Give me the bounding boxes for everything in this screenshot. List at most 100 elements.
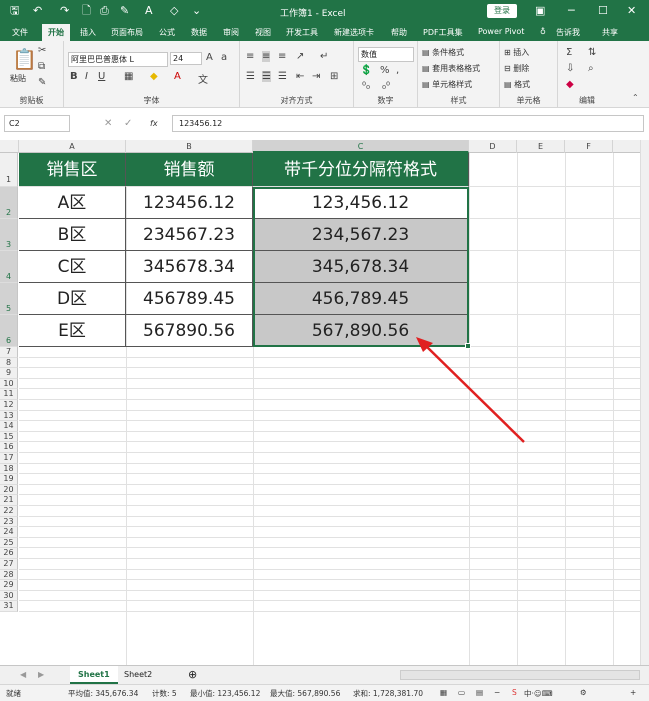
row-header[interactable]: 8 (0, 357, 18, 369)
header-cell[interactable]: 带千分位分隔符格式 (253, 153, 469, 187)
row-header[interactable]: 27 (0, 559, 18, 570)
tab-data[interactable]: 数据 (191, 27, 207, 38)
tab-review[interactable]: 审阅 (223, 27, 239, 38)
insert-button[interactable]: ⊞ 插入 (504, 47, 529, 58)
number-format-select[interactable]: 数值 (358, 47, 414, 62)
decrease-decimal-icon[interactable]: ₀⁰ (382, 81, 390, 92)
cell-styles-button[interactable]: ▤ 单元格样式 (422, 79, 472, 90)
column-header[interactable]: F (565, 140, 613, 153)
currency-icon[interactable]: 💲 (360, 65, 372, 76)
tab-home[interactable]: 开始 (42, 24, 70, 41)
row-header[interactable]: 17 (0, 453, 18, 464)
row-header[interactable]: 25 (0, 537, 18, 549)
row-header[interactable]: 1 (0, 153, 18, 187)
minimize-icon[interactable]: ─ (568, 3, 575, 19)
row-header[interactable]: 14 (0, 421, 18, 432)
formatted-cell[interactable]: 234,567.23 (253, 219, 469, 251)
worksheet-grid[interactable]: A B C D E F 1 2 3 4 5 6 7 8 9 10 11 12 13 14 15 16 17 18 1… (0, 140, 640, 665)
formatted-cell[interactable]: 345,678.34 (253, 251, 469, 283)
row-header[interactable]: 16 (0, 442, 18, 453)
format-painter-icon[interactable]: ✎ (120, 4, 129, 18)
delete-button[interactable]: ⊟ 删除 (504, 63, 529, 74)
row-header[interactable]: 24 (0, 527, 18, 538)
login-button[interactable]: 登录 (487, 4, 517, 18)
comma-style-icon[interactable]: , (396, 65, 399, 76)
shrink-font-icon[interactable]: a (221, 52, 227, 63)
tab-power-pivot[interactable]: Power Pivot (478, 27, 524, 36)
tab-formulas[interactable]: 公式 (159, 27, 175, 38)
row-header[interactable]: 4 (0, 251, 18, 283)
sales-cell[interactable]: 567890.56 (126, 315, 253, 347)
outdent-icon[interactable]: ⇥ (312, 71, 320, 82)
enter-icon[interactable]: ✓ (124, 118, 132, 129)
region-cell[interactable]: C区 (19, 251, 126, 283)
zoom-out-icon[interactable]: − (494, 688, 500, 697)
row-header[interactable]: 30 (0, 590, 18, 602)
increase-decimal-icon[interactable]: ⁰₀ (362, 81, 370, 92)
row-header[interactable]: 29 (0, 580, 18, 591)
sheet-tab-1[interactable]: Sheet1 (70, 666, 118, 684)
cut-icon[interactable]: ✂ (38, 45, 46, 56)
autosum-icon[interactable]: Σ (566, 47, 572, 58)
horizontal-scrollbar[interactable] (400, 670, 640, 680)
normal-view-icon[interactable]: ▦ (440, 688, 447, 697)
customize-qat-icon[interactable]: ⌄ (192, 4, 201, 18)
find-icon[interactable]: ⌕ (588, 63, 594, 74)
ime-icon[interactable]: S (512, 688, 517, 697)
row-header[interactable]: 28 (0, 569, 18, 581)
font-color-icon[interactable]: A (145, 4, 153, 18)
font-size-select[interactable]: 24 (170, 52, 202, 65)
fill-handle[interactable] (465, 343, 471, 349)
format-painter-icon[interactable]: ✎ (38, 77, 46, 88)
phonetic-icon[interactable]: 文 (198, 71, 208, 86)
row-header[interactable]: 6 (0, 315, 18, 347)
column-header[interactable]: A (19, 140, 126, 153)
row-header[interactable]: 21 (0, 495, 18, 506)
select-all[interactable] (0, 140, 19, 153)
row-header[interactable]: 13 (0, 410, 18, 422)
tab-pdf[interactable]: PDF工具集 (423, 27, 463, 38)
row-header[interactable]: 26 (0, 548, 18, 559)
clear-format-icon[interactable]: ◇ (170, 4, 178, 18)
region-cell[interactable]: B区 (19, 219, 126, 251)
ime-mode-icon[interactable]: 中·☺⌨ (524, 688, 553, 699)
sales-cell[interactable]: 123456.12 (126, 187, 253, 219)
row-header[interactable]: 15 (0, 431, 18, 443)
row-header[interactable]: 5 (0, 283, 18, 315)
tab-view[interactable]: 视图 (255, 27, 271, 38)
align-middle-icon[interactable]: ≡ (262, 51, 271, 62)
ribbon-display-icon[interactable]: ▣ (535, 3, 545, 19)
undo-icon[interactable]: ↶ (33, 4, 42, 18)
save-icon[interactable]: 🖫 (10, 4, 19, 18)
row-header[interactable]: 7 (0, 347, 18, 358)
formatted-cell[interactable]: 123,456.12 (253, 187, 469, 219)
bold-icon[interactable]: B (70, 71, 78, 82)
tab-insert[interactable]: 插入 (80, 27, 96, 38)
formatted-cell[interactable]: 456,789.45 (253, 283, 469, 315)
next-sheet-icon[interactable]: ▶ (30, 666, 52, 684)
add-sheet-icon[interactable]: ⊕ (180, 666, 205, 684)
tab-developer[interactable]: 开发工具 (286, 27, 318, 38)
align-bottom-icon[interactable]: ≡ (278, 51, 286, 62)
sort-filter-icon[interactable]: ⇅ (588, 47, 596, 58)
font-color-icon[interactable]: A (174, 71, 181, 82)
table-format-button[interactable]: ▤ 套用表格格式 (422, 63, 480, 74)
new-file-icon[interactable]: 🗋 (82, 4, 91, 18)
row-header[interactable]: 9 (0, 368, 18, 379)
column-header[interactable] (613, 140, 640, 153)
align-center-icon[interactable]: ☰ (262, 71, 271, 82)
column-header[interactable]: D (469, 140, 517, 153)
paste-icon[interactable]: 📋 (12, 47, 37, 71)
column-header[interactable]: C (253, 140, 469, 153)
sales-cell[interactable]: 456789.45 (126, 283, 253, 315)
merge-icon[interactable]: ⊞ (330, 71, 338, 82)
zoom-in-icon[interactable]: + (630, 688, 636, 697)
italic-icon[interactable]: I (85, 71, 88, 82)
insert-function-button[interactable]: fx (150, 119, 158, 128)
conditional-format-button[interactable]: ▤ 条件格式 (422, 47, 464, 58)
vertical-scrollbar[interactable] (640, 140, 649, 665)
page-layout-view-icon[interactable]: ▭ (458, 688, 465, 697)
align-top-icon[interactable]: ≡ (246, 51, 254, 62)
wrap-text-icon[interactable]: ↵ (320, 51, 328, 62)
row-header[interactable]: 10 (0, 378, 18, 390)
